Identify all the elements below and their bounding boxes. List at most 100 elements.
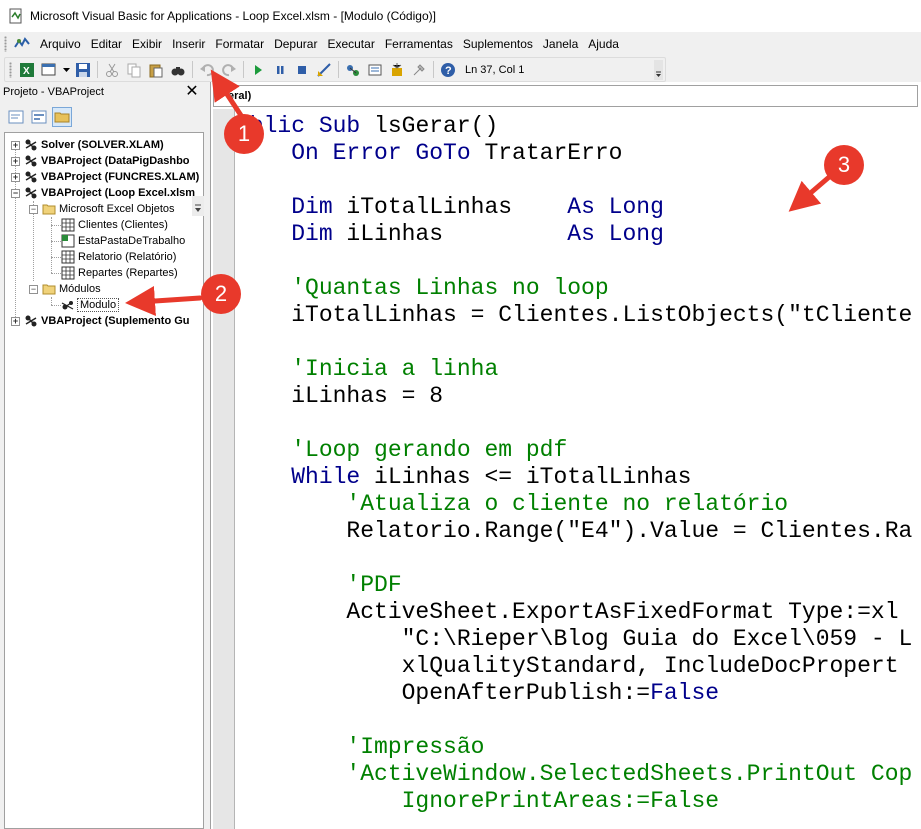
code-line[interactable]: ActiveSheet.ExportAsFixedFormat Type:=xl	[236, 599, 899, 626]
vba-menu-icon[interactable]	[13, 35, 31, 53]
tree-node-modulo[interactable]: Modulo	[61, 297, 120, 313]
tree-node-loop-excel[interactable]: − VBAProject (Loop Excel.xlsm	[11, 185, 195, 201]
menu-editar[interactable]: Editar	[86, 34, 127, 54]
code-line[interactable]: 'Quantas Linhas no loop	[236, 275, 608, 302]
code-comment: IgnorePrintAreas:=False	[236, 788, 720, 814]
menu-executar[interactable]: Executar	[322, 34, 379, 54]
tree-node-repartes[interactable]: Repartes (Repartes)	[61, 265, 178, 281]
tree-node-datapig[interactable]: + VBAProject (DataPigDashbo	[11, 153, 190, 169]
code-line[interactable]: "C:\Rieper\Blog Guia do Excel\059 - L	[236, 626, 913, 653]
expand-icon[interactable]: +	[11, 140, 20, 150]
find-icon[interactable]	[169, 61, 187, 79]
code-text: iLinhas <= iTotalLinhas	[374, 464, 692, 490]
undo-icon[interactable]	[198, 61, 216, 79]
code-comment: 'Atualiza o cliente no relatório	[236, 491, 789, 517]
menu-janela[interactable]: Janela	[538, 34, 583, 54]
cut-icon[interactable]	[103, 61, 121, 79]
tree-node-estapasta[interactable]: EstaPastaDeTrabalho	[61, 233, 185, 249]
code-line[interactable]: While iLinhas <= iTotalLinhas	[236, 464, 691, 491]
collapse-icon[interactable]: −	[29, 204, 38, 214]
copy-icon[interactable]	[125, 61, 143, 79]
stop-icon[interactable]	[293, 61, 311, 79]
toolbox-icon[interactable]	[410, 61, 428, 79]
help-icon[interactable]: ?	[439, 61, 457, 79]
tree-node-funcres[interactable]: + VBAProject (FUNCRES.XLAM)	[11, 169, 199, 185]
code-line[interactable]: 'PDF	[236, 572, 401, 599]
code-line[interactable]: OpenAfterPublish:=False	[236, 680, 719, 707]
toolbar-options-icon[interactable]	[654, 59, 663, 80]
project-explorer-icon[interactable]	[344, 61, 362, 79]
tree-node-relatorio[interactable]: Relatorio (Relatório)	[61, 249, 176, 265]
excel-view-icon[interactable]: X	[18, 61, 36, 79]
design-mode-icon[interactable]	[315, 61, 333, 79]
tree-node-label: VBAProject (DataPigDashbo	[41, 155, 190, 167]
title-bar: Microsoft Visual Basic for Applications …	[0, 0, 921, 32]
code-comment: 'Impressão	[236, 734, 485, 760]
expand-icon[interactable]: +	[11, 316, 20, 326]
run-icon[interactable]	[249, 61, 267, 79]
tree-connector	[51, 273, 61, 274]
worksheet-icon	[61, 250, 75, 264]
code-line[interactable]: Dim iTotalLinhas As Long	[236, 194, 664, 221]
save-icon[interactable]	[74, 61, 92, 79]
menu-depurar[interactable]: Depurar	[269, 34, 322, 54]
code-line[interactable]: Dim iLinhas As Long	[236, 221, 664, 248]
dropdown-arrow-icon[interactable]	[62, 61, 70, 79]
object-browser-icon[interactable]	[388, 61, 406, 79]
code-keyword: Dim	[236, 221, 347, 247]
menu-formatar[interactable]: Formatar	[210, 34, 269, 54]
tree-connector	[51, 257, 61, 258]
tree-node-label: Microsoft Excel Objetos	[59, 203, 175, 215]
pause-icon[interactable]	[271, 61, 289, 79]
paste-icon[interactable]	[147, 61, 165, 79]
tree-scrollbar[interactable]	[192, 196, 204, 216]
menu-suplementos[interactable]: Suplementos	[458, 34, 538, 54]
code-line[interactable]: IgnorePrintAreas:=False	[236, 788, 719, 815]
code-line[interactable]: 'ActiveWindow.SelectedSheets.PrintOut Co…	[236, 761, 912, 788]
annotation-badge-2: 2	[201, 274, 241, 314]
tree-node-excel-objects[interactable]: − Microsoft Excel Objetos	[29, 201, 175, 217]
menu-exibir[interactable]: Exibir	[127, 34, 167, 54]
menu-arquivo[interactable]: Arquivo	[35, 34, 86, 54]
view-code-icon[interactable]	[6, 107, 26, 127]
tree-node-modulos[interactable]: − Módulos	[29, 281, 101, 297]
tree-node-suplemento[interactable]: + VBAProject (Suplemento Gu	[11, 313, 190, 329]
code-text: iTotalLinhas = Clientes.ListObjects("tCl…	[236, 302, 913, 328]
collapse-icon[interactable]: −	[11, 188, 20, 198]
insert-userform-icon[interactable]	[40, 61, 58, 79]
toggle-folders-icon[interactable]	[52, 107, 72, 127]
code-line[interactable]: 'Atualiza o cliente no relatório	[236, 491, 788, 518]
code-line[interactable]: iLinhas = 8	[236, 383, 443, 410]
folder-icon	[42, 202, 56, 216]
code-line[interactable]: 'Loop gerando em pdf	[236, 437, 567, 464]
code-line[interactable]: ublic Sub lsGerar()	[236, 113, 498, 140]
properties-window-icon[interactable]	[366, 61, 384, 79]
code-line[interactable]: 'Impressão	[236, 734, 484, 761]
menu-ajuda[interactable]: Ajuda	[583, 34, 624, 54]
close-icon[interactable]: ✕	[183, 83, 201, 101]
tree-node-label: Clientes (Clientes)	[78, 219, 168, 231]
annotation-badge-1: 1	[224, 114, 264, 154]
tree-node-solver[interactable]: + Solver (SOLVER.XLAM)	[11, 137, 164, 153]
code-margin-indicator-bar[interactable]	[213, 109, 235, 829]
toolbar-grip[interactable]	[9, 61, 12, 78]
menu-ferramentas[interactable]: Ferramentas	[380, 34, 458, 54]
expand-icon[interactable]: +	[11, 172, 20, 182]
collapse-icon[interactable]: −	[29, 284, 38, 294]
code-line[interactable]: 'Inicia a linha	[236, 356, 498, 383]
code-line[interactable]: Relatorio.Range("E4").Value = Clientes.R…	[236, 518, 912, 545]
tree-node-label: EstaPastaDeTrabalho	[78, 235, 186, 247]
code-line[interactable]: On Error GoTo TratarErro	[236, 140, 622, 167]
redo-icon[interactable]	[220, 61, 238, 79]
menu-inserir[interactable]: Inserir	[167, 34, 210, 54]
object-combobox[interactable]: eral)	[213, 85, 918, 107]
code-text: ActiveSheet.ExportAsFixedFormat Type:=xl	[236, 599, 899, 625]
code-line[interactable]: xlQualityStandard, IncludeDocPropert	[236, 653, 899, 680]
code-line[interactable]: iTotalLinhas = Clientes.ListObjects("tCl…	[236, 302, 912, 329]
menu-grip[interactable]	[4, 36, 7, 52]
code-editor[interactable]: ublic Sub lsGerar() On Error GoTo Tratar…	[236, 109, 921, 829]
view-object-icon[interactable]	[29, 107, 49, 127]
svg-text:X: X	[23, 66, 30, 77]
tree-node-clientes[interactable]: Clientes (Clientes)	[61, 217, 168, 233]
expand-icon[interactable]: +	[11, 156, 20, 166]
